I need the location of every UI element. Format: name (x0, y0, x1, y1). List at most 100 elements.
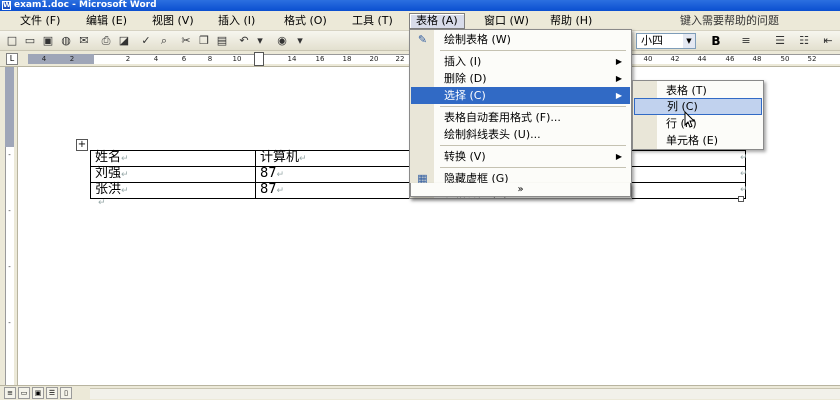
vruler-tick: - (8, 151, 11, 159)
cell-text: 87 (260, 166, 277, 181)
menu-help[interactable]: 帮助 (H) (544, 13, 598, 29)
menu-table[interactable]: 表格 (A) (409, 13, 465, 29)
spelling-icon[interactable]: ✓ (138, 33, 154, 49)
table-cell[interactable]: 刘强↵ (90, 166, 256, 183)
submenu-arrow-icon: ▶ (615, 91, 622, 100)
ruler-tick: 22 (395, 55, 405, 63)
ruler-tick: 20 (369, 55, 379, 63)
table-cell[interactable]: 87↵ (255, 182, 416, 199)
permission-icon[interactable]: ◍ (58, 33, 74, 49)
ruler-tick: 14 (287, 55, 297, 63)
menu-insert[interactable]: 插入 (I) (212, 13, 261, 29)
horizontal-scrollbar[interactable] (90, 388, 840, 399)
hyperlink-icon[interactable]: ◉ (274, 33, 290, 49)
menu-edit[interactable]: 编辑 (E) (80, 13, 133, 29)
cell-mark-icon: ↵ (276, 186, 285, 196)
menu-tools[interactable]: 工具 (T) (346, 13, 399, 29)
reading-view-icon[interactable]: ▯ (60, 387, 72, 399)
outline-view-icon[interactable]: ☰ (46, 387, 58, 399)
print-layout-icon[interactable]: ▣ (32, 387, 44, 399)
window-title: exam1.doc - Microsoft Word (14, 0, 157, 10)
ruler-tick: 40 (643, 55, 653, 63)
cell-text: 计算机 (260, 150, 300, 165)
cell-text: 姓名 (95, 150, 122, 165)
menu-expand-chevron-icon[interactable]: » (410, 183, 631, 197)
table-cell[interactable]: 87↵ (255, 166, 416, 183)
undo-icon[interactable]: ↶ (236, 33, 252, 49)
normal-view-icon[interactable]: ≡ (4, 387, 16, 399)
web-view-icon[interactable]: ▭ (18, 387, 30, 399)
submenu-arrow-icon: ▶ (615, 74, 622, 83)
menu-item-diagonal-header[interactable]: 绘制斜线表头 (U)... (411, 126, 630, 143)
menu-item-draw-table[interactable]: ✎ 绘制表格 (W) (411, 31, 630, 48)
table-cell[interactable]: 计算机↵ (255, 150, 416, 167)
word-app-icon[interactable]: W (2, 1, 11, 10)
submenu-item-row[interactable]: 行 (R) (634, 115, 762, 132)
submenu-item-column[interactable]: 列 (C) (634, 98, 762, 115)
ruler-tick: 4 (153, 55, 159, 63)
column-marker[interactable] (254, 52, 264, 66)
copy-icon[interactable]: ❐ (196, 33, 212, 49)
view-bar: ≡ ▭ ▣ ☰ ▯ (0, 385, 840, 400)
ruler-left-margin (28, 54, 94, 64)
menu-separator (440, 145, 626, 146)
menu-item-label: 选择 (C) (444, 89, 486, 102)
ruler-tick: 2 (125, 55, 131, 63)
menu-item-select[interactable]: 选择 (C) ▶ (411, 87, 630, 104)
title-bar: W exam1.doc - Microsoft Word (0, 0, 840, 11)
ruler-tick: 46 (725, 55, 735, 63)
numbered-list-icon[interactable]: ☰ (772, 33, 788, 49)
menu-item-autoformat[interactable]: 表格自动套用格式 (F)... (411, 109, 630, 126)
email-icon[interactable]: ✉ (76, 33, 92, 49)
vruler-tick: - (8, 319, 11, 327)
vruler-tick: - (8, 263, 11, 271)
new-document-icon[interactable]: □ (4, 33, 20, 49)
menu-item-label: 绘制表格 (W) (444, 33, 511, 46)
cell-mark-icon: ↵ (276, 170, 285, 180)
open-folder-icon[interactable]: ▭ (22, 33, 38, 49)
submenu-arrow-icon: ▶ (615, 152, 622, 161)
redo-dropdown-icon[interactable]: ▾ (292, 33, 308, 49)
submenu-item-cell[interactable]: 单元格 (E) (634, 132, 762, 149)
vertical-ruler[interactable]: - - - - (0, 67, 18, 385)
research-icon[interactable]: ⌕ (156, 33, 172, 49)
menu-item-insert[interactable]: 插入 (I) ▶ (411, 53, 630, 70)
save-icon[interactable]: ▣ (40, 33, 56, 49)
align-center-icon[interactable]: ≡ (738, 33, 754, 49)
tab-selector[interactable]: L (6, 53, 18, 65)
table-resize-handle-icon[interactable] (738, 196, 744, 202)
cut-icon[interactable]: ✂ (178, 33, 194, 49)
ruler-tick: 52 (807, 55, 817, 63)
menu-file[interactable]: 文件 (F) (14, 13, 66, 29)
menu-item-convert[interactable]: 转换 (V) ▶ (411, 148, 630, 165)
bold-button[interactable]: B (708, 33, 724, 49)
table-cell[interactable]: 张洪↵ (90, 182, 256, 199)
cell-text: 刘强 (95, 166, 122, 181)
ruler-tick: 48 (752, 55, 762, 63)
help-search-input[interactable]: 键入需要帮助的问题 (680, 13, 779, 29)
table-cell[interactable]: 姓名↵ (90, 150, 256, 167)
ruler-tick: 18 (342, 55, 352, 63)
menu-window[interactable]: 窗口 (W) (478, 13, 535, 29)
bullet-list-icon[interactable]: ☷ (796, 33, 812, 49)
menu-item-delete[interactable]: 删除 (D) ▶ (411, 70, 630, 87)
vruler-top-margin (5, 67, 14, 147)
print-preview-icon[interactable]: ◪ (116, 33, 132, 49)
table-move-handle-icon[interactable]: + (76, 139, 88, 151)
menu-item-label: 转换 (V) (444, 150, 486, 163)
print-icon[interactable]: ⎙ (98, 33, 114, 49)
menu-item-label: 插入 (I) (444, 55, 482, 68)
chevron-down-icon[interactable]: ▼ (683, 34, 695, 48)
undo-dropdown-icon[interactable]: ▾ (252, 33, 268, 49)
submenu-item-table[interactable]: 表格 (T) (634, 82, 762, 99)
menu-separator (440, 167, 626, 168)
decrease-indent-icon[interactable]: ⇤ (820, 33, 836, 49)
font-size-select[interactable]: 小四 ▼ (636, 33, 696, 49)
paragraph-mark-icon: ↵ (98, 198, 106, 208)
menu-separator (440, 50, 626, 51)
menu-format[interactable]: 格式 (O) (278, 13, 333, 29)
paste-icon[interactable]: ▤ (214, 33, 230, 49)
ruler-tick: 6 (181, 55, 187, 63)
menu-view[interactable]: 视图 (V) (146, 13, 200, 29)
ruler-tick: 2 (69, 55, 75, 63)
